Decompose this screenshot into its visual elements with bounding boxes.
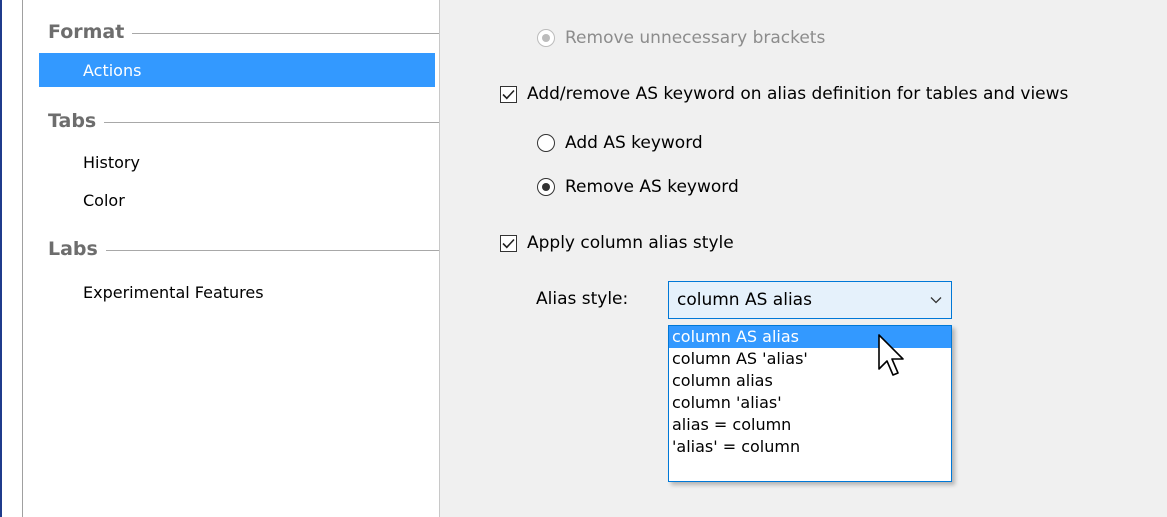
add-as-keyword-label: Add AS keyword xyxy=(565,133,703,153)
section-rule xyxy=(132,32,448,34)
sidebar: Format Actions Tabs History Color Labs E… xyxy=(23,0,448,517)
section-header-format: Format xyxy=(48,19,448,45)
alias-style-dropdown: column AS alias column AS 'alias' column… xyxy=(668,325,952,482)
dropdown-option-alias-equals-column[interactable]: alias = column xyxy=(669,414,951,436)
dropdown-option-column-as-quoted-alias[interactable]: column AS 'alias' xyxy=(669,348,951,370)
dropdown-option-quoted-alias-equals-column[interactable]: 'alias' = column xyxy=(669,436,951,458)
alias-style-value: column AS alias xyxy=(677,290,812,310)
column-alias-label: Apply column alias style xyxy=(527,233,734,253)
section-rule xyxy=(105,249,448,251)
as-keyword-option[interactable]: Add/remove AS keyword on alias definitio… xyxy=(500,84,1068,104)
section-rule xyxy=(104,121,448,123)
alias-style-combobox[interactable]: column AS alias xyxy=(668,281,952,319)
remove-as-keyword-option[interactable]: Remove AS keyword xyxy=(537,177,739,197)
radio-dot xyxy=(542,183,550,191)
check-icon xyxy=(502,238,515,248)
chevron-down-icon[interactable] xyxy=(921,282,951,318)
add-as-keyword-radio[interactable] xyxy=(537,134,555,152)
remove-brackets-option[interactable]: Remove unnecessary brackets xyxy=(537,28,825,48)
mouse-pointer-icon xyxy=(878,334,904,376)
as-keyword-label: Add/remove AS keyword on alias definitio… xyxy=(527,84,1069,104)
column-alias-option[interactable]: Apply column alias style xyxy=(500,233,734,253)
remove-as-keyword-label: Remove AS keyword xyxy=(565,177,739,197)
remove-brackets-radio[interactable] xyxy=(537,29,555,47)
remove-as-keyword-radio[interactable] xyxy=(537,178,555,196)
sidebar-item-label: Color xyxy=(83,190,125,210)
sidebar-item-experimental-features[interactable]: Experimental Features xyxy=(39,275,264,309)
sidebar-item-label: Actions xyxy=(83,60,142,80)
sidebar-item-label: History xyxy=(83,152,140,172)
dropdown-option-column-quoted-alias[interactable]: column 'alias' xyxy=(669,392,951,414)
add-as-keyword-option[interactable]: Add AS keyword xyxy=(537,133,703,153)
as-keyword-checkbox[interactable] xyxy=(500,85,517,103)
sidebar-item-label: Experimental Features xyxy=(83,282,264,302)
section-title-tabs: Tabs xyxy=(48,110,97,132)
window-edge xyxy=(0,0,2,517)
remove-brackets-label: Remove unnecessary brackets xyxy=(565,28,826,48)
alias-style-label: Alias style: xyxy=(536,289,629,309)
dropdown-option-column-alias[interactable]: column alias xyxy=(669,370,951,392)
radio-dot xyxy=(542,34,550,42)
check-icon xyxy=(502,89,515,99)
section-header-tabs: Tabs xyxy=(48,108,448,134)
sidebar-item-actions[interactable]: Actions xyxy=(39,53,435,87)
dropdown-option-column-as-alias[interactable]: column AS alias xyxy=(669,326,951,348)
column-alias-checkbox[interactable] xyxy=(500,234,517,252)
section-header-labs: Labs xyxy=(48,236,448,262)
sidebar-item-history[interactable]: History xyxy=(39,145,140,179)
sidebar-item-color[interactable]: Color xyxy=(39,183,125,217)
section-title-labs: Labs xyxy=(48,238,98,260)
section-title-format: Format xyxy=(48,21,125,43)
options-window: Format Actions Tabs History Color Labs E… xyxy=(0,0,1167,517)
